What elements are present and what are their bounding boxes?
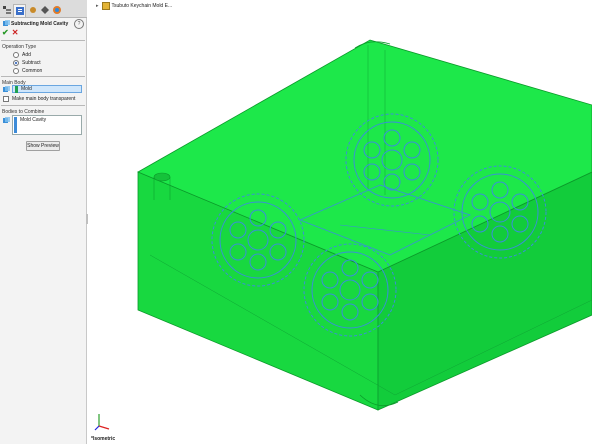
configuration-icon [29,7,36,13]
show-preview-button[interactable]: Show Preview [26,141,60,151]
radio-add-button[interactable] [13,52,19,58]
make-transparent-label: Make main body transparent [12,96,76,102]
tab-display-manager[interactable] [51,4,62,16]
main-body-value: Mold [21,86,32,92]
main-body-icon [3,86,10,92]
tab-configuration-manager[interactable] [27,4,38,16]
view-orientation-label: *Isometric [91,436,116,442]
alignment-pin-hole [153,172,171,182]
mold-model [137,39,592,411]
radio-common[interactable]: Common [13,68,85,74]
feature-title: Subtracting Mold Cavity [11,20,69,27]
part-icon [101,2,110,10]
main-body-field[interactable]: Mold [12,85,82,93]
feature-tree-root[interactable]: ▸ Tsubuto Keychain Mold E... [96,2,172,10]
property-manager-panel: Subtracting Mold Cavity ? ✔ ✕ Operation … [0,0,89,444]
radio-subtract-label: Subtract [22,60,41,66]
bodies-to-combine-list[interactable]: Mold Cavity [12,115,82,135]
radio-common-button[interactable] [13,68,19,74]
property-manager-icon [15,7,24,15]
make-transparent-row[interactable]: Make main body transparent [3,96,75,102]
radio-add[interactable]: Add [13,52,85,58]
tab-dimxpert[interactable] [39,4,50,16]
radio-common-label: Common [22,68,43,74]
z-axis-icon [94,425,100,431]
operation-type-section: Operation Type Add Subtract Common [1,40,85,76]
radio-subtract[interactable]: Subtract [13,60,85,66]
help-icon[interactable]: ? [74,19,84,29]
tree-expand-arrow-icon[interactable]: ▸ [96,3,99,9]
radio-add-label: Add [22,52,31,58]
graphics-viewport[interactable] [88,0,592,444]
panel-tab-strip [0,0,87,18]
feature-tree-icon [2,6,11,14]
ok-button[interactable]: ✔ [2,29,9,37]
combine-item[interactable]: Mold Cavity [20,117,46,123]
cancel-button[interactable]: ✕ [12,29,19,37]
display-manager-icon [52,6,61,14]
operation-type-title: Operation Type [2,44,37,50]
axis-triad [94,414,110,431]
bodies-to-combine-icon [3,117,10,123]
x-axis-icon [98,425,110,430]
ok-cancel-bar: ✔ ✕ [2,29,18,37]
feature-header: Subtracting Mold Cavity ? [2,19,85,29]
combine-item-swatch [14,117,17,133]
tab-property-manager[interactable] [13,4,26,17]
tab-feature-manager[interactable] [1,4,12,16]
main-body-swatch [15,85,18,93]
tree-root-label[interactable]: Tsubuto Keychain Mold E... [112,3,173,9]
dimxpert-icon [40,6,49,14]
radio-subtract-button[interactable] [13,60,19,66]
make-transparent-checkbox[interactable] [3,96,9,102]
